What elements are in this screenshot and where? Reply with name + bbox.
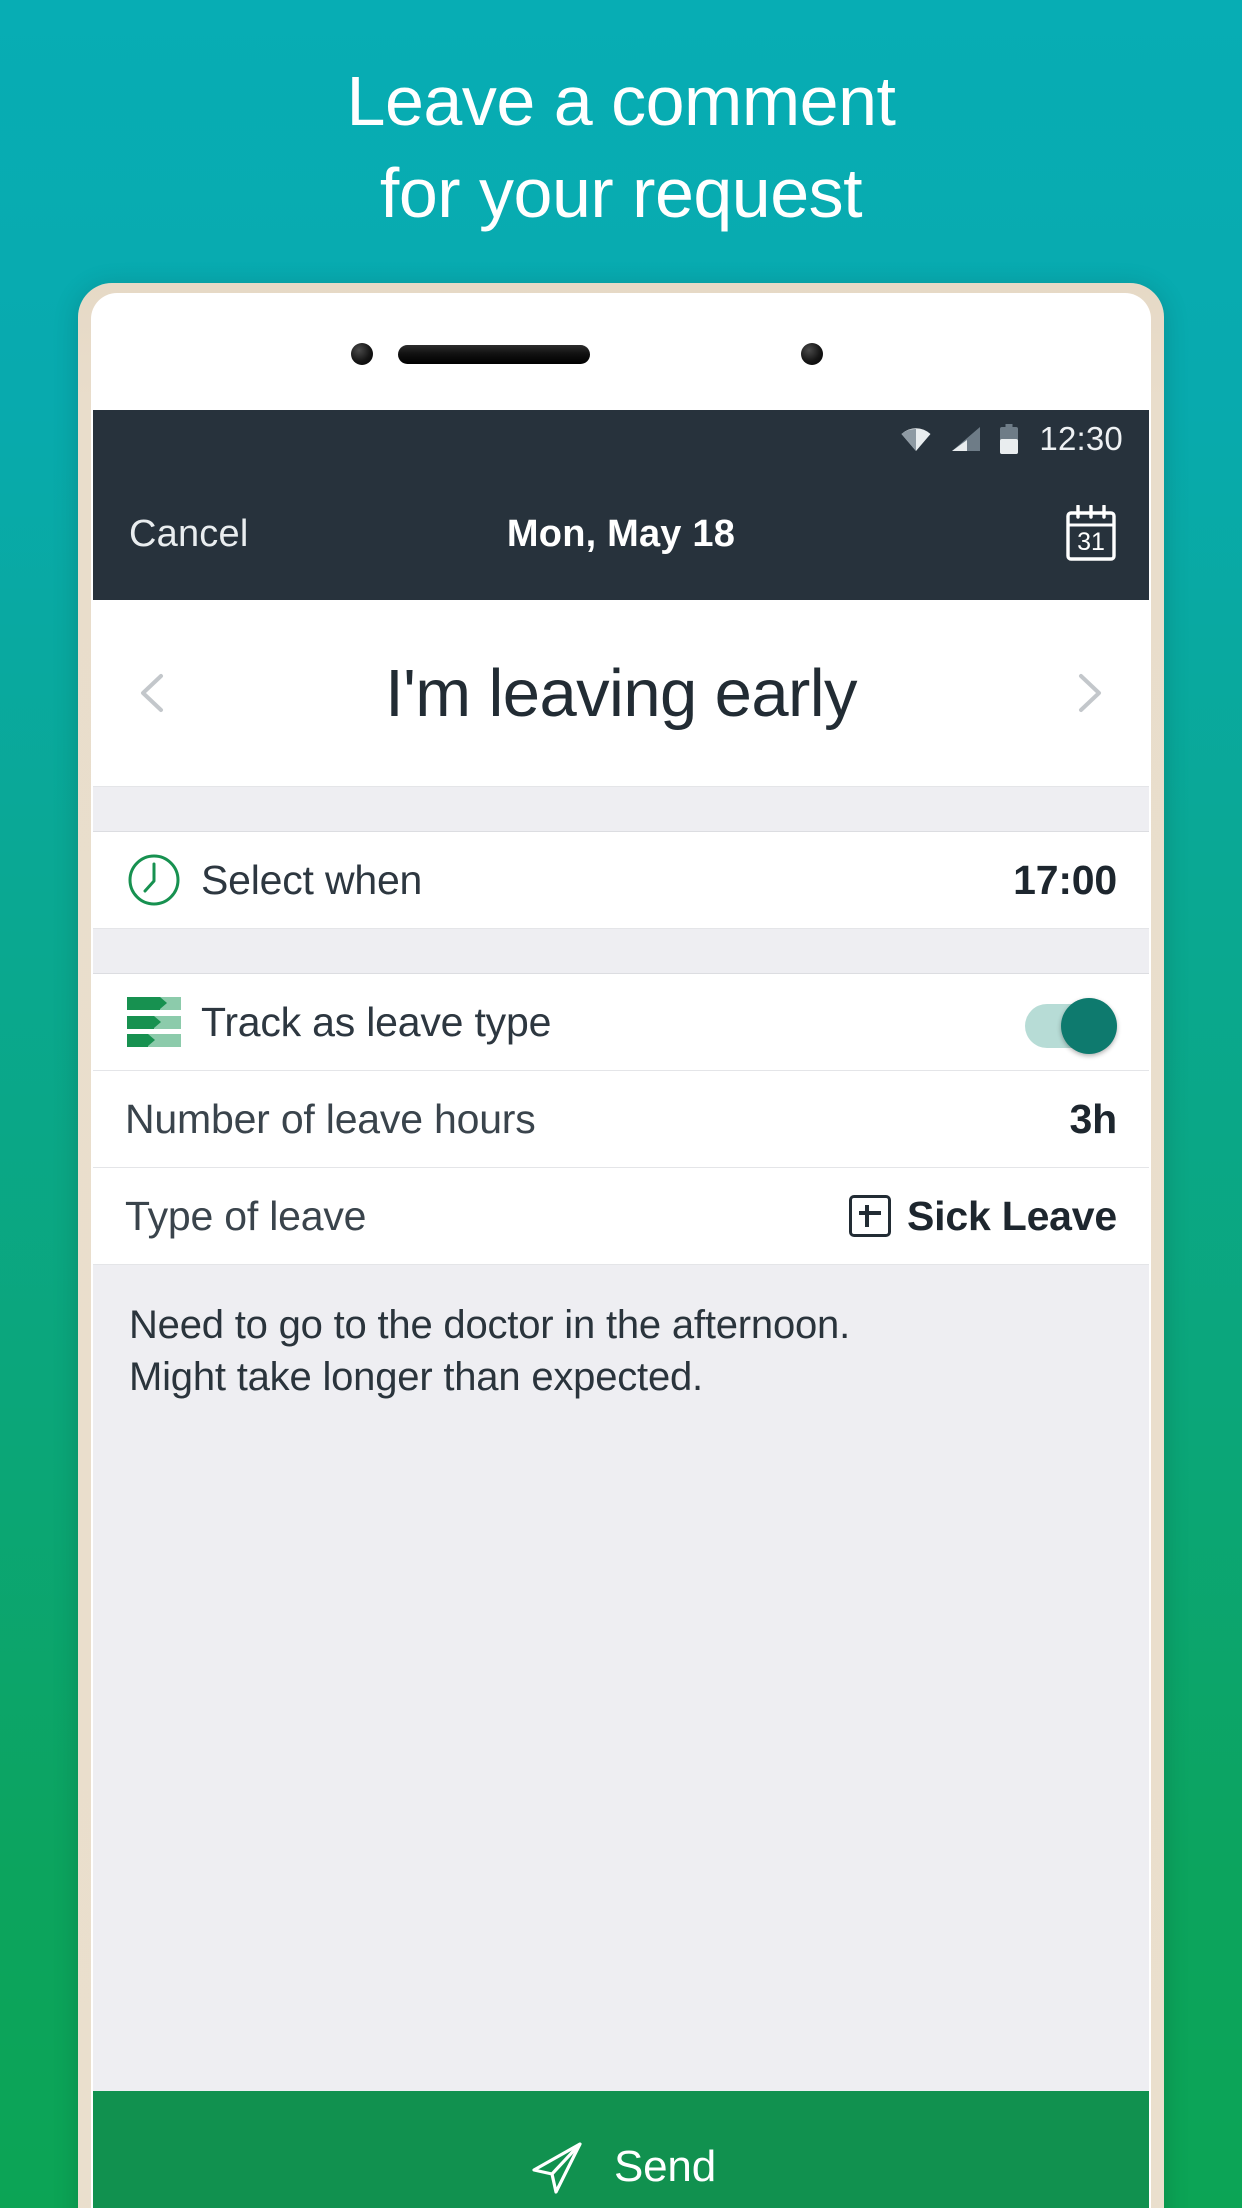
bar-fill-2 (127, 1015, 161, 1029)
plus-box-icon[interactable] (849, 1195, 891, 1237)
section-spacer-top (93, 787, 1149, 832)
request-type-selector: I'm leaving early (93, 600, 1149, 787)
phone-device-frame: 12:30 Cancel Mon, May 18 31 I'm leaving … (78, 283, 1164, 2208)
calendar-day-label: 31 (1077, 528, 1105, 556)
clock-icon-wrap (125, 851, 183, 909)
select-when-value: 17:00 (1013, 856, 1117, 903)
bar-fill-1 (127, 997, 169, 1010)
bar-fill-3 (127, 1034, 154, 1047)
chevron-right-icon[interactable] (1061, 666, 1115, 720)
wifi-icon (901, 428, 931, 451)
comment-line-2: Might take longer than expected. (129, 1355, 703, 1399)
sensor-dot-icon (801, 343, 823, 365)
toggle-thumb (1061, 998, 1117, 1054)
row-select-when[interactable]: Select when 17:00 (93, 832, 1149, 929)
leave-type-bars-icon (127, 997, 181, 1047)
status-bar: 12:30 (93, 410, 1149, 468)
clock-icon (128, 854, 180, 906)
app-bar: Cancel Mon, May 18 31 (93, 468, 1149, 600)
earpiece-speaker-icon (398, 345, 590, 364)
type-of-leave-value: Sick Leave (907, 1192, 1117, 1239)
number-of-leave-hours-value: 3h (1069, 1095, 1118, 1142)
send-button[interactable]: Send (93, 2091, 1149, 2208)
select-when-label: Select when (201, 856, 423, 903)
number-of-leave-hours-label: Number of leave hours (125, 1095, 536, 1142)
promo-headline: Leave a comment for your request (0, 66, 1242, 228)
comment-input[interactable]: Need to go to the doctor in the afternoo… (93, 1265, 1149, 2091)
page-title: I'm leaving early (385, 655, 857, 731)
bar-track-3 (127, 1034, 181, 1047)
row-type-of-leave[interactable]: Type of leave Sick Leave (93, 1168, 1149, 1265)
status-bar-time: 12:30 (1039, 420, 1123, 457)
battery-icon (1000, 424, 1019, 454)
row-number-of-leave-hours[interactable]: Number of leave hours 3h (93, 1071, 1149, 1168)
track-as-leave-type-toggle[interactable] (1025, 998, 1117, 1054)
row-track-as-leave-type[interactable]: Track as leave type (93, 974, 1149, 1071)
cancel-button[interactable]: Cancel (129, 513, 249, 556)
send-paper-plane-icon (532, 2142, 582, 2194)
calendar-icon: 31 (1066, 504, 1116, 561)
phone-body: 12:30 Cancel Mon, May 18 31 I'm leaving … (91, 293, 1151, 2208)
send-button-label: Send (614, 2142, 716, 2191)
cell-signal-icon (952, 427, 981, 451)
status-bar-icons (899, 424, 1019, 454)
app-screen: 12:30 Cancel Mon, May 18 31 I'm leaving … (93, 410, 1149, 2208)
headline-line-2: for your request (379, 154, 863, 232)
promo-background: Leave a comment for your request 12:30 C… (0, 0, 1242, 2208)
bar-track-1 (127, 997, 181, 1010)
type-of-leave-label: Type of leave (125, 1192, 367, 1239)
type-of-leave-value-wrap: Sick Leave (849, 1193, 1117, 1240)
calendar-button[interactable]: 31 (1063, 504, 1119, 563)
bar-track-2 (127, 1015, 181, 1029)
chevron-left-icon[interactable] (127, 666, 181, 720)
leave-type-icon-wrap (125, 993, 183, 1051)
comment-line-1: Need to go to the doctor in the afternoo… (129, 1303, 850, 1347)
section-spacer-mid (93, 929, 1149, 974)
headline-line-1: Leave a comment (346, 62, 896, 140)
app-bar-title: Mon, May 18 (506, 512, 736, 555)
phone-top-hardware (91, 293, 1151, 410)
track-as-leave-type-label: Track as leave type (201, 998, 552, 1045)
camera-dot-icon (351, 343, 373, 365)
